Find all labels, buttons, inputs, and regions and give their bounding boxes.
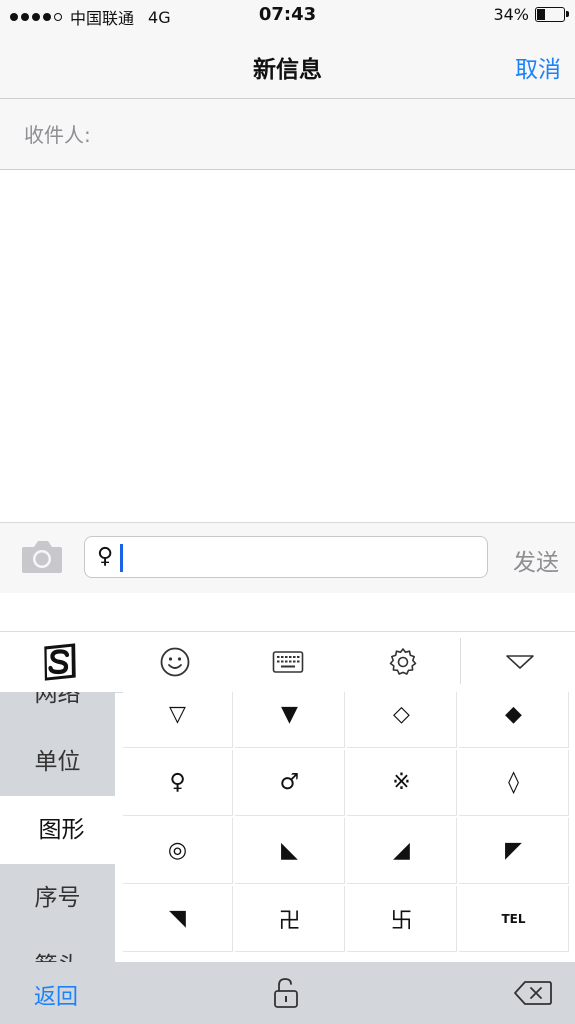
back-button[interactable]: 返回 <box>34 979 78 1011</box>
message-input-value: ♀ <box>97 544 114 569</box>
category-item[interactable]: 序号 <box>0 864 115 932</box>
nav-bar: 新信息 取消 <box>0 32 575 99</box>
message-thread-area <box>0 170 575 522</box>
hide-keyboard-button[interactable] <box>482 632 558 692</box>
keyboard-candidate-area <box>0 593 575 632</box>
backspace-icon <box>514 981 552 1005</box>
sogou-button[interactable] <box>22 632 98 692</box>
symbol-key[interactable]: ▼ <box>235 692 345 748</box>
keyboard-icon <box>272 651 304 673</box>
symbol-key[interactable]: ※ <box>347 750 457 816</box>
text-caret <box>120 544 123 572</box>
symbol-key[interactable]: TEL <box>459 886 569 952</box>
keyboard-toolbar <box>0 632 575 693</box>
recipient-field[interactable]: 收件人: <box>0 99 575 170</box>
recipient-label: 收件人: <box>24 123 91 147</box>
symbol-key[interactable]: 卍 <box>235 886 345 952</box>
smiley-icon <box>160 647 190 677</box>
battery-percent: 34% <box>493 5 529 24</box>
message-input[interactable]: ♀ <box>84 536 488 578</box>
status-bar: 中国联通 4G 07:43 34% <box>0 0 575 32</box>
cancel-button[interactable]: 取消 <box>515 50 561 84</box>
battery-fill <box>537 9 545 20</box>
camera-icon <box>22 541 62 573</box>
symbol-key[interactable]: ▽ <box>123 692 233 748</box>
category-item[interactable]: 网络 <box>0 692 115 728</box>
category-item[interactable]: 图形 <box>0 796 115 864</box>
symbol-key[interactable]: 卐 <box>347 886 457 952</box>
unlock-icon <box>274 978 298 1008</box>
symbol-key[interactable]: ◤ <box>459 818 569 884</box>
symbol-key[interactable]: ◣ <box>235 818 345 884</box>
symbol-key[interactable]: ◇ <box>347 692 457 748</box>
symbol-key[interactable]: ◢ <box>347 818 457 884</box>
camera-button[interactable] <box>20 537 64 577</box>
compose-bar: ♀ 发送 <box>0 522 575 594</box>
send-button[interactable]: 发送 <box>513 543 559 577</box>
status-right: 34% <box>493 5 569 24</box>
symbol-key[interactable]: ◥ <box>123 886 233 952</box>
lock-button[interactable] <box>270 976 302 1010</box>
symbol-key[interactable]: ♂ <box>235 750 345 816</box>
keyboard-bottom-bar: 返回 <box>0 962 575 1024</box>
page-title: 新信息 <box>253 57 322 83</box>
symbol-key[interactable]: ♀ <box>123 750 233 816</box>
gear-icon <box>389 648 417 675</box>
emoji-button[interactable] <box>137 632 213 692</box>
hide-keyboard-icon <box>506 655 534 669</box>
sogou-logo-icon <box>44 643 76 681</box>
delete-button[interactable] <box>513 978 553 1008</box>
category-item[interactable]: 单位 <box>0 728 115 796</box>
symbol-key[interactable]: ◊ <box>459 750 569 816</box>
toolbar-divider <box>460 638 461 684</box>
category-item[interactable]: 箭头 <box>0 932 115 962</box>
symbol-grid: ▽ ▼ ◇ ◆ ♀ ♂ ※ ◊ ◎ ◣ ◢ ◤ ◥ 卍卐 TEL <box>123 692 575 962</box>
keyboard-switch-button[interactable] <box>250 632 326 692</box>
status-time: 07:43 <box>258 4 317 25</box>
symbol-key[interactable]: ◎ <box>123 818 233 884</box>
battery-icon <box>535 7 569 22</box>
symbol-key[interactable]: ◆ <box>459 692 569 748</box>
symbol-category-list[interactable]: 网络单位图形序号箭头 <box>0 692 115 962</box>
settings-button[interactable] <box>365 632 441 692</box>
